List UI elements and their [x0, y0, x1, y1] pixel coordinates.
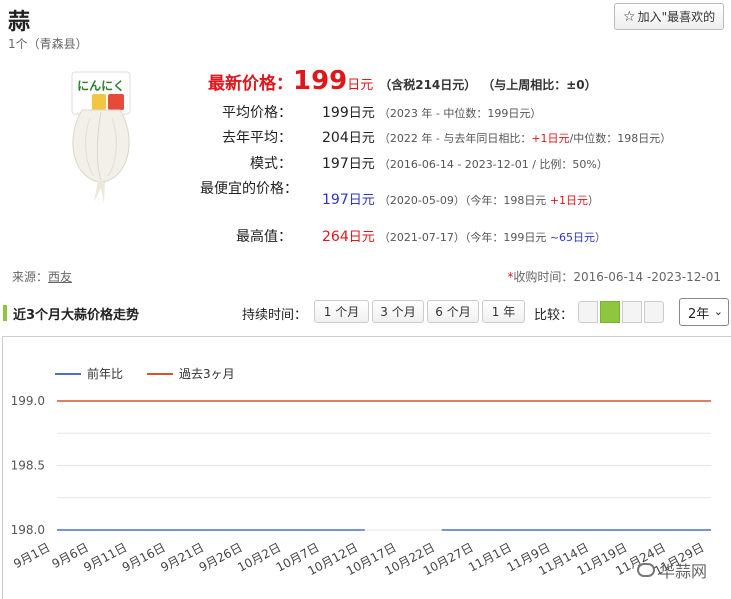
- x-tick-label: 9月16日: [120, 540, 168, 574]
- tab-1-month[interactable]: 1 个月: [314, 300, 369, 323]
- compare-option-3[interactable]: [622, 301, 642, 323]
- section-accent-bar: [3, 305, 7, 321]
- star-icon: ☆: [623, 8, 636, 25]
- x-tick-label: 9月1日: [11, 540, 52, 571]
- duration-label: 持续时间：: [242, 308, 308, 323]
- stat-value: 204: [322, 130, 349, 146]
- range-select[interactable]: 2年 ⌄: [679, 298, 729, 326]
- stat-value: 199: [322, 105, 349, 121]
- x-tick-label: 9月11日: [81, 540, 129, 574]
- stat-note-part: /中位数：198日元）: [569, 132, 672, 145]
- y-tick-label: 199.0: [11, 394, 45, 408]
- source-label: 来源：: [12, 270, 49, 284]
- stat-note-part: +1日元: [531, 132, 570, 145]
- stat-label: 最高值：: [236, 229, 292, 245]
- stat-note: （2021-07-17）（今年：199日元 ~65日元）: [379, 231, 606, 244]
- y-tick-label: 198.0: [11, 523, 45, 537]
- tab-3-months[interactable]: 3 个月: [372, 300, 424, 323]
- stat-note: （2016-06-14 - 2023-12-01 / 比例：50%）: [379, 158, 608, 171]
- stat-note: （2023 年 - 中位数：199日元）: [379, 107, 541, 120]
- latest-price-unit: 日元: [347, 78, 374, 93]
- garlic-product-image: にんにく: [71, 71, 131, 204]
- y-tick-label: 198.5: [11, 459, 45, 473]
- stat-note-part: ）: [595, 231, 607, 244]
- stat-note-part: （2022 年 - 与去年同日相比：: [378, 132, 532, 145]
- x-tick-label: 9月21日: [158, 540, 206, 574]
- price-chart-svg: 199.0198.5198.09月1日9月6日9月11日9月16日9月21日9月…: [11, 366, 711, 578]
- latest-price-tax: （含税214日元）: [379, 78, 477, 92]
- stat-note-part: （2021-07-17）（今年：199日元: [378, 231, 550, 244]
- stat-note-part: （2016-06-14 - 2023-12-01 / 比例：50%）: [378, 158, 608, 171]
- tab-6-months[interactable]: 6 个月: [427, 300, 479, 323]
- legend-label: 前年比: [87, 366, 123, 381]
- add-favorite-button[interactable]: ☆ 加入"最喜欢的: [614, 3, 724, 30]
- product-title: 蒜: [8, 10, 31, 35]
- stat-unit: 日元: [348, 157, 375, 172]
- stat-value: 264: [322, 229, 349, 245]
- stat-note-part: （2023 年 - 中位数：199日元）: [378, 107, 542, 120]
- tab-1-year[interactable]: 1 年: [482, 300, 525, 323]
- add-favorite-label: 加入"最喜欢的: [637, 10, 716, 24]
- source-link[interactable]: 西友: [48, 270, 72, 284]
- source: 来源：西友: [12, 268, 72, 285]
- watermark: 华蒜网: [637, 558, 707, 582]
- price-chart: 199.0 198.5 198.0 9月1日 9月6日 9月11日 9月16日 9月21日 9月…: [2, 336, 731, 599]
- stat-label: 模式：: [250, 156, 292, 172]
- stat-label: 去年平均：: [222, 130, 292, 146]
- latest-price: 最新价格：199日元 （含税214日元） （与上周相比：±0）: [208, 66, 597, 96]
- stat-note-part: ）: [588, 194, 600, 207]
- x-tick-label: 11月1日: [466, 540, 514, 574]
- collection-period: *收购时间：2016-06-14 -2023-12-01: [507, 268, 721, 285]
- compare-option-1[interactable]: [578, 301, 598, 323]
- compare-option-2[interactable]: [600, 301, 620, 323]
- stat-note-part: +1日元: [549, 194, 589, 207]
- chevron-down-icon: ⌄: [713, 305, 723, 318]
- section-title: 近3个月大蒜价格走势: [13, 308, 140, 323]
- stat-unit: 日元: [348, 106, 375, 121]
- range-select-value: 2年: [688, 306, 710, 322]
- package-label: にんにく: [77, 79, 125, 93]
- compare-label: 比较：: [534, 308, 574, 323]
- product-subtitle: 1个（青森县）: [8, 37, 88, 51]
- stat-unit: 日元: [348, 230, 375, 245]
- collection-period-text: 收购时间：2016-06-14 -2023-12-01: [513, 270, 721, 284]
- latest-price-week-compare: （与上周相比：±0）: [482, 78, 597, 92]
- compare-option-4[interactable]: [644, 301, 664, 323]
- stat-value: 197: [322, 192, 349, 208]
- stat-label: 平均价格：: [222, 105, 292, 121]
- stat-note: （2020-05-09）（今年：198日元 +1日元）: [379, 194, 599, 207]
- stat-note-part: ~65日元: [549, 231, 596, 244]
- stat-value: 197: [322, 156, 349, 172]
- legend-label: 過去3ヶ月: [179, 367, 235, 381]
- stat-note: （2022 年 - 与去年同日相比：+1日元/中位数：198日元）: [379, 132, 671, 145]
- x-tick-label: 9月26日: [197, 540, 245, 574]
- watermark-text: 华蒜网: [659, 562, 708, 581]
- stat-note-part: （2020-05-09）（今年：198日元: [378, 194, 550, 207]
- stat-label: 最便宜的价格：: [200, 181, 298, 197]
- latest-price-label: 最新价格：: [208, 74, 293, 94]
- x-tick-label: 10月2日: [235, 540, 283, 574]
- wechat-icon: [637, 563, 655, 577]
- stat-unit: 日元: [348, 131, 375, 146]
- latest-price-value: 199: [293, 66, 348, 96]
- stat-unit: 日元: [348, 193, 375, 208]
